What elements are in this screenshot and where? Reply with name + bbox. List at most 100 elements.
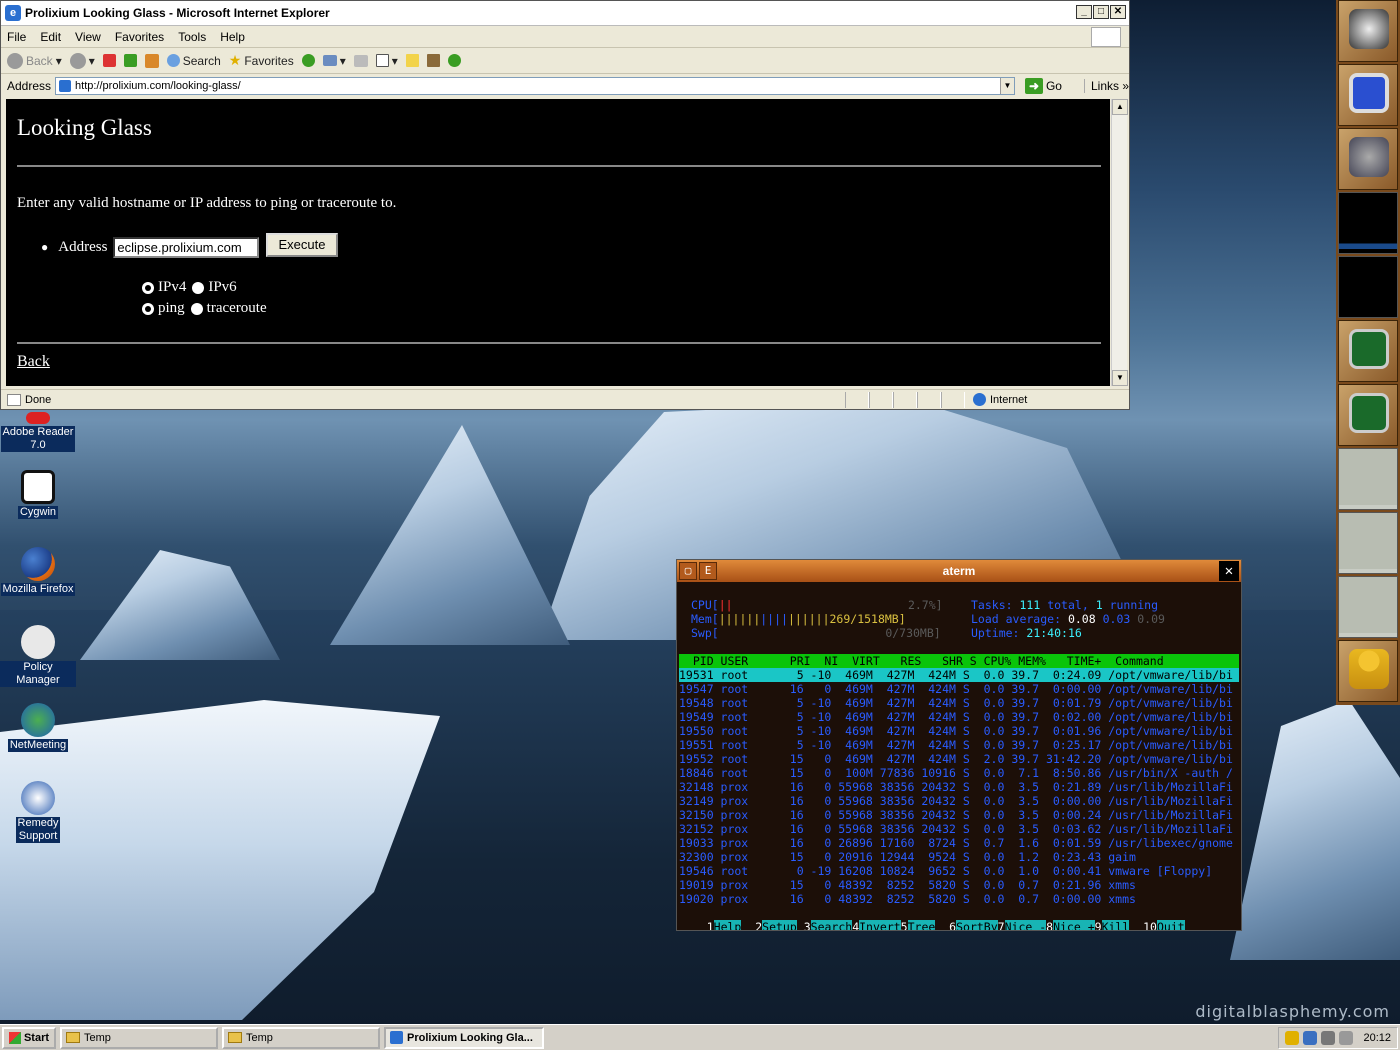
computer-icon[interactable] bbox=[1321, 1031, 1336, 1045]
address-url: http://prolixium.com/looking-glass/ bbox=[75, 80, 241, 92]
process-row[interactable]: 19531 root 5 -10 469M 427M 424M S 0.0 39… bbox=[679, 668, 1239, 682]
process-row[interactable]: 32150 prox 16 0 55968 38356 20432 S 0.0 … bbox=[679, 808, 1233, 822]
process-row[interactable]: 19551 root 5 -10 469M 427M 424M S 0.0 39… bbox=[679, 738, 1233, 752]
taskbar-item-temp-2[interactable]: Temp bbox=[222, 1026, 380, 1049]
traceroute-radio[interactable] bbox=[190, 302, 203, 315]
desktop-icon-netmeeting[interactable]: NetMeeting bbox=[0, 703, 76, 752]
volume-icon[interactable] bbox=[1339, 1031, 1354, 1045]
forward-button[interactable]: ▾ bbox=[69, 52, 95, 69]
stop-button[interactable] bbox=[102, 54, 116, 67]
process-row[interactable]: 19546 root 0 -19 16208 10824 9652 S 0.0 … bbox=[679, 864, 1212, 878]
process-row[interactable]: 19019 prox 15 0 48392 8252 5820 S 0.0 0.… bbox=[679, 878, 1136, 892]
fkey-nice-plus[interactable]: Nice + bbox=[1053, 920, 1095, 930]
fkey-quit[interactable]: Quit bbox=[1156, 920, 1185, 930]
desktop-icon-label: Remedy Support bbox=[15, 817, 61, 843]
minimize-button[interactable]: _ bbox=[1076, 5, 1092, 19]
desktop-icon-remedy-support[interactable]: Remedy Support bbox=[0, 781, 76, 843]
start-button[interactable]: Start bbox=[2, 1026, 56, 1049]
print-button[interactable] bbox=[353, 54, 368, 67]
menu-view[interactable]: View bbox=[75, 30, 101, 44]
address-dropdown-icon[interactable]: ▼ bbox=[999, 78, 1014, 94]
vertical-scrollbar[interactable]: ▲ ▼ bbox=[1111, 99, 1128, 386]
dock-tile[interactable] bbox=[1338, 64, 1398, 126]
edit-button[interactable]: ▾ bbox=[375, 54, 398, 68]
fkey-invert[interactable]: Invert bbox=[859, 920, 901, 930]
address-input[interactable]: http://prolixium.com/looking-glass/ ▼ bbox=[55, 77, 1015, 95]
clock[interactable]: 20:12 bbox=[1363, 1032, 1391, 1044]
fkey-search[interactable]: Search bbox=[810, 920, 853, 930]
desktop-icon-policy-manager[interactable]: Policy Manager bbox=[0, 625, 76, 687]
desktop-icon-adobe-reader[interactable]: Adobe Reader 7.0 bbox=[0, 412, 76, 452]
fkey-tree[interactable]: Tree bbox=[907, 920, 936, 930]
process-row[interactable]: 32148 prox 16 0 55968 38356 20432 S 0.0 … bbox=[679, 780, 1233, 794]
menu-edit[interactable]: Edit bbox=[40, 30, 61, 44]
process-row[interactable]: 19020 prox 16 0 48392 8252 5820 S 0.0 0.… bbox=[679, 892, 1136, 906]
taskbar-item-looking-glass[interactable]: Prolixium Looking Gla... bbox=[384, 1026, 544, 1049]
mail-button[interactable]: ▾ bbox=[322, 54, 346, 68]
fkey-nice-minus[interactable]: Nice - bbox=[1004, 920, 1047, 930]
search-button[interactable]: Search bbox=[166, 54, 221, 68]
back-link[interactable]: Back bbox=[17, 353, 50, 371]
folder-icon bbox=[66, 1032, 80, 1043]
aterm-title-bar[interactable]: ▢ E aterm ✕ bbox=[677, 560, 1241, 582]
process-row[interactable]: 32300 prox 15 0 20916 12944 9524 S 0.0 1… bbox=[679, 850, 1136, 864]
host-address-input[interactable] bbox=[113, 237, 260, 258]
process-row[interactable]: 19550 root 5 -10 469M 427M 424M S 0.0 39… bbox=[679, 724, 1233, 738]
scroll-down-icon[interactable]: ▼ bbox=[1112, 370, 1128, 386]
close-icon[interactable]: ✕ bbox=[1219, 561, 1239, 581]
desktop-icon-cygwin[interactable]: Cygwin bbox=[0, 470, 76, 519]
messenger-button[interactable] bbox=[447, 54, 461, 67]
process-row[interactable]: 19548 root 5 -10 469M 427M 424M S 0.0 39… bbox=[679, 696, 1233, 710]
back-button[interactable]: Back ▾ bbox=[7, 52, 62, 69]
scroll-up-icon[interactable]: ▲ bbox=[1112, 99, 1128, 115]
ipv4-radio[interactable] bbox=[142, 281, 154, 294]
ipv6-radio[interactable] bbox=[192, 281, 205, 294]
menu-favorites[interactable]: Favorites bbox=[115, 30, 164, 44]
process-row[interactable]: 32149 prox 16 0 55968 38356 20432 S 0.0 … bbox=[679, 794, 1233, 808]
page-title: Looking Glass bbox=[17, 115, 152, 140]
fkey-help[interactable]: Help bbox=[713, 920, 742, 930]
favorites-button[interactable]: ★ Favorites bbox=[229, 52, 294, 69]
process-row[interactable]: 19033 prox 16 0 26896 17160 8724 S 0.7 1… bbox=[679, 836, 1233, 850]
ie-window: e Prolixium Looking Glass - Microsoft In… bbox=[0, 0, 1130, 410]
menu-tools[interactable]: Tools bbox=[178, 30, 206, 44]
dock-tile[interactable] bbox=[1338, 320, 1398, 382]
menu-help[interactable]: Help bbox=[220, 30, 245, 44]
dock-tile[interactable] bbox=[1338, 640, 1398, 702]
fkey-sortby[interactable]: SortBy bbox=[956, 920, 998, 930]
menu-file[interactable]: File bbox=[7, 30, 26, 44]
desktop-icon-firefox[interactable]: Mozilla Firefox bbox=[0, 547, 76, 596]
media-button[interactable] bbox=[301, 54, 315, 67]
fkey-kill[interactable]: Kill bbox=[1101, 920, 1130, 930]
messenger-person-icon bbox=[1349, 649, 1389, 689]
execute-button[interactable]: Execute bbox=[266, 233, 338, 257]
links-button[interactable]: Links » bbox=[1083, 79, 1129, 93]
ip-version-group: IPv4 IPv6 bbox=[142, 279, 237, 296]
process-row[interactable]: 19552 root 15 0 469M 427M 424M S 2.0 39.… bbox=[679, 752, 1233, 766]
mem-meter: Mem[||||||||||||||||269/1518MB] bbox=[691, 612, 906, 626]
shield-icon[interactable] bbox=[1285, 1031, 1300, 1045]
process-row[interactable]: 32152 prox 16 0 55968 38356 20432 S 0.0 … bbox=[679, 822, 1233, 836]
process-row[interactable]: 19547 root 16 0 469M 427M 424M S 0.0 39.… bbox=[679, 682, 1233, 696]
forward-arrow-icon bbox=[69, 52, 86, 69]
network-icon[interactable] bbox=[1303, 1031, 1318, 1045]
page-icon bbox=[59, 80, 72, 92]
fkey-setup[interactable]: Setup bbox=[762, 920, 797, 930]
dock-tile[interactable] bbox=[1338, 0, 1398, 62]
taskbar-item-temp-1[interactable]: Temp bbox=[60, 1026, 218, 1049]
remedy-support-icon bbox=[21, 781, 55, 815]
ping-radio[interactable] bbox=[142, 302, 154, 315]
process-row[interactable]: 19549 root 5 -10 469M 427M 424M S 0.0 39… bbox=[679, 710, 1233, 724]
dock-tile[interactable] bbox=[1338, 128, 1398, 190]
dock-tile[interactable] bbox=[1338, 384, 1398, 446]
maximize-button[interactable]: □ bbox=[1093, 5, 1109, 19]
process-row[interactable]: 18846 root 15 0 100M 77836 10916 S 0.0 7… bbox=[679, 766, 1233, 780]
go-button[interactable]: ➜ Go bbox=[1024, 78, 1062, 94]
bottom-divider bbox=[17, 342, 1101, 344]
research-button[interactable] bbox=[426, 54, 440, 67]
home-button[interactable] bbox=[144, 53, 159, 68]
ie-title-bar[interactable]: e Prolixium Looking Glass - Microsoft In… bbox=[1, 1, 1129, 26]
refresh-button[interactable] bbox=[123, 54, 137, 67]
close-button[interactable]: ✕ bbox=[1110, 5, 1126, 19]
discuss-button[interactable] bbox=[405, 54, 419, 67]
